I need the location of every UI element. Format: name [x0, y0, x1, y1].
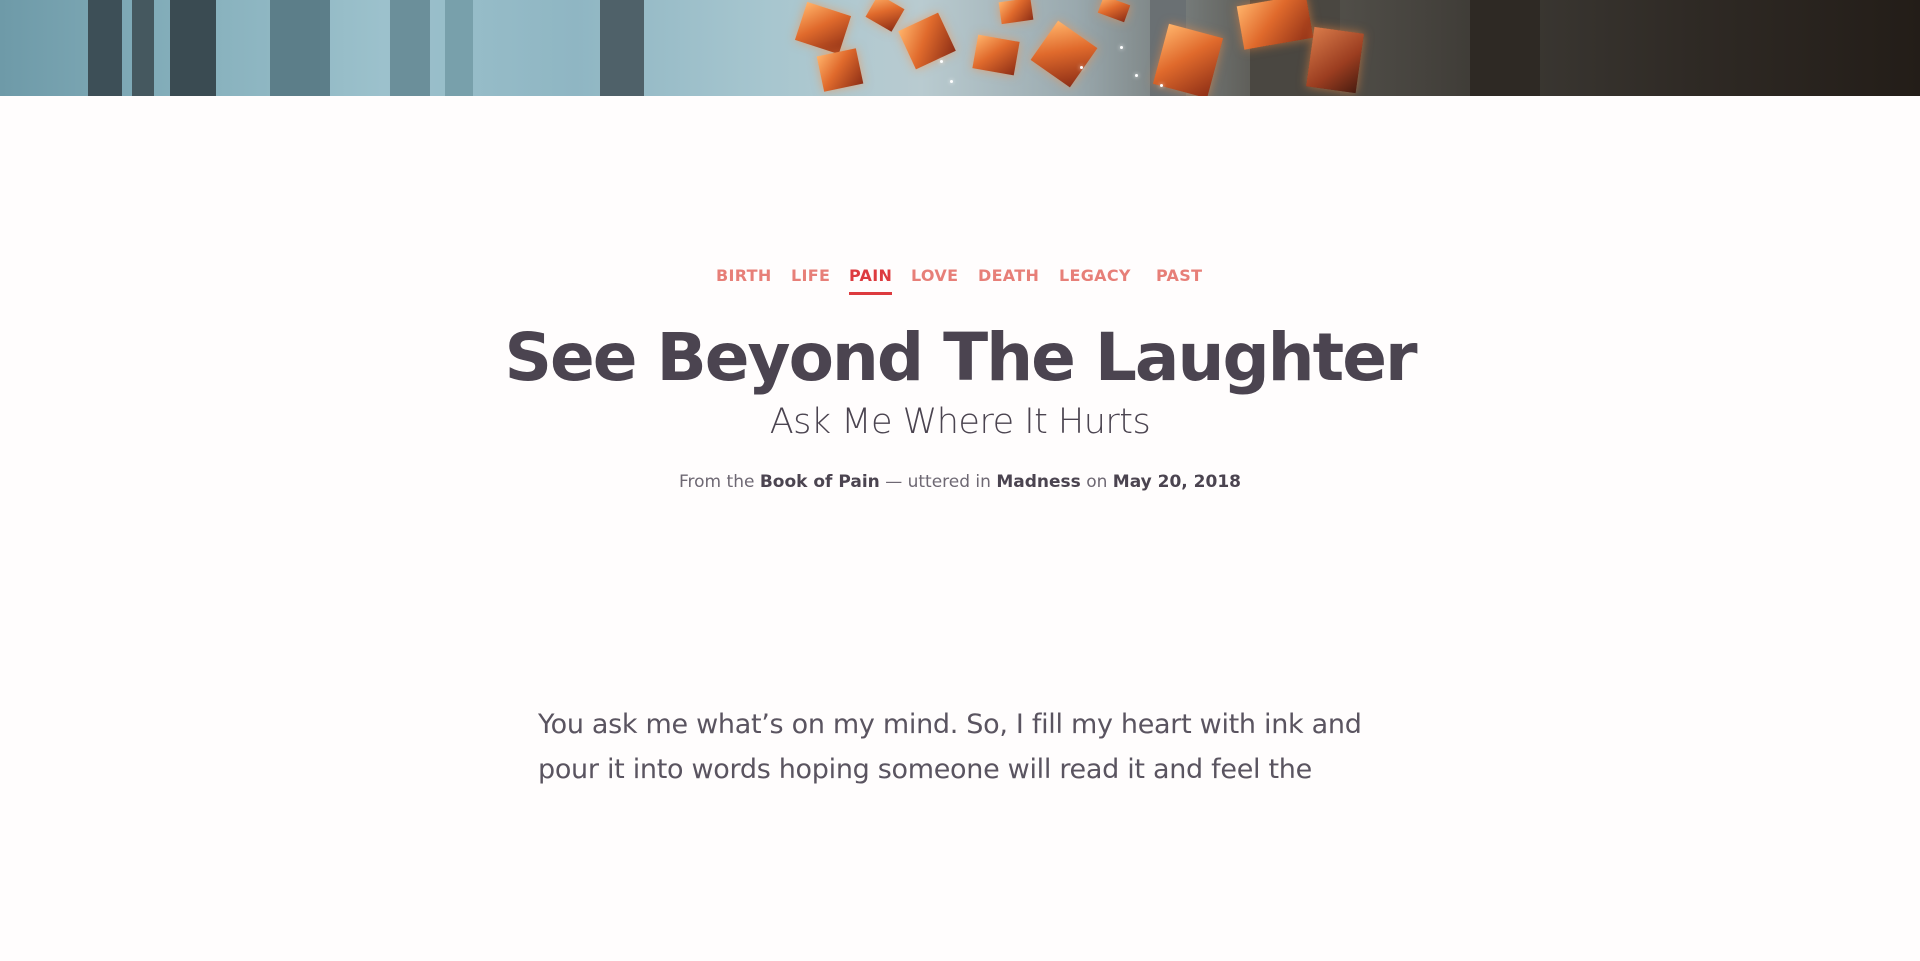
sparkle	[1080, 66, 1083, 69]
sparkle	[1135, 74, 1138, 77]
meta-date: May 20, 2018	[1112, 472, 1241, 492]
tree-trunk	[132, 0, 154, 96]
hero-banner-image	[0, 0, 1920, 96]
floating-rock	[1097, 0, 1131, 23]
tree-trunk	[390, 0, 430, 96]
meta-on: on	[1086, 472, 1108, 492]
sparkle	[1120, 46, 1123, 49]
tag-pain[interactable]: PAIN	[849, 266, 893, 295]
sparkle	[940, 60, 943, 63]
tree-trunk	[600, 0, 644, 96]
meta-separator: — uttered in	[885, 472, 991, 492]
post-title: See Beyond The Laughter	[504, 319, 1417, 396]
sparkle	[1160, 84, 1163, 87]
tree-trunk	[445, 0, 473, 96]
tag-legacy[interactable]: LEGACY	[1059, 266, 1131, 292]
floating-rock	[865, 0, 905, 32]
floating-rock	[1030, 20, 1098, 88]
tree-trunk	[170, 0, 216, 96]
tag-love[interactable]: LOVE	[911, 266, 958, 292]
tree-trunk	[270, 0, 330, 96]
floating-rock	[794, 1, 852, 55]
meta-prefix: From the	[679, 472, 755, 492]
floating-rock	[816, 48, 864, 92]
tag-life[interactable]: LIFE	[791, 266, 830, 292]
tag-death[interactable]: DEATH	[978, 266, 1039, 292]
floating-rock	[1306, 26, 1364, 94]
post-body-paragraph: You ask me what’s on my mind. So, I fill…	[538, 709, 1362, 785]
category-nav: BIRTH LIFE PAIN LOVE DEATH LEGACY PAST	[0, 266, 1920, 298]
tree-trunk	[1470, 0, 1540, 96]
tree-trunk	[88, 0, 122, 96]
floating-rock	[972, 34, 1020, 76]
sparkle	[950, 80, 953, 83]
meta-place-link[interactable]: Madness	[996, 472, 1080, 492]
tag-birth[interactable]: BIRTH	[716, 266, 772, 292]
floating-rock	[998, 0, 1034, 25]
tag-past[interactable]: PAST	[1156, 266, 1202, 292]
floating-rock	[898, 12, 956, 70]
post-meta: From the Book of Pain — uttered in Madne…	[0, 470, 1920, 494]
post-subtitle: Ask Me Where It Hurts	[769, 402, 1151, 442]
meta-book-link[interactable]: Book of Pain	[760, 472, 880, 492]
